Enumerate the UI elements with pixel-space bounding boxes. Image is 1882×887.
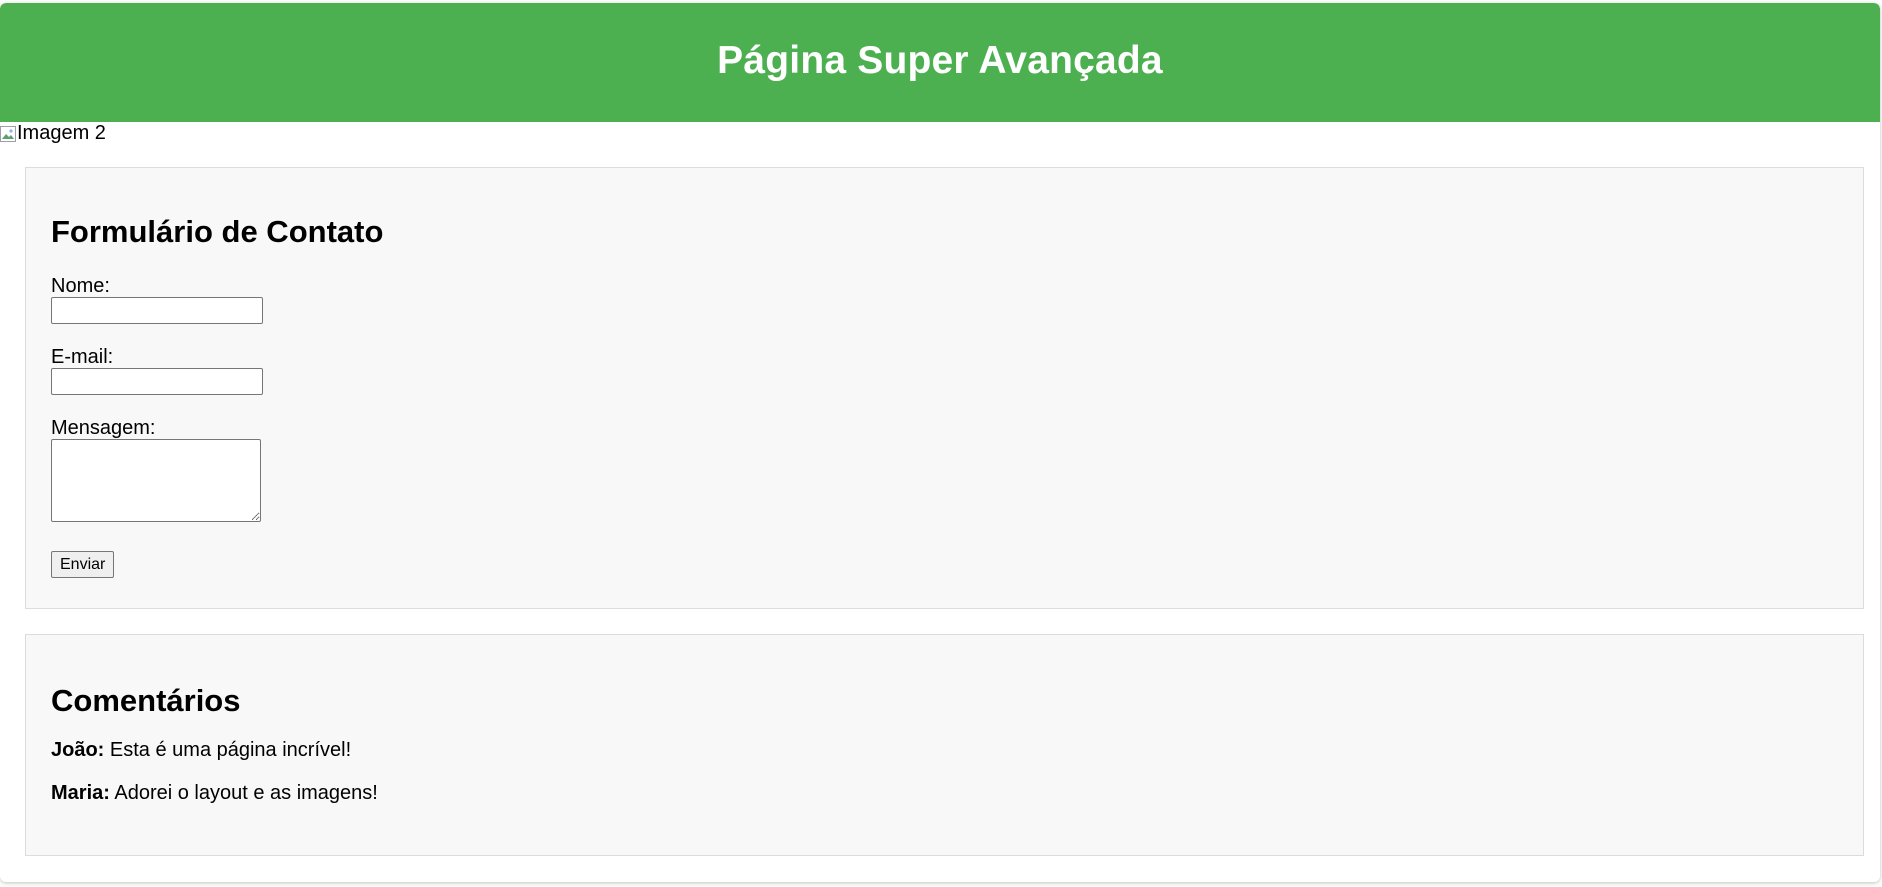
- email-input[interactable]: [51, 368, 263, 395]
- comments-heading: Comentários: [51, 683, 241, 718]
- comment-text: Adorei o layout e as imagens!: [109, 782, 378, 804]
- page-title: Página Super Avançada: [717, 38, 1163, 82]
- broken-image: Imagem 2: [0, 122, 1880, 144]
- contact-form-heading: Formulário de Contato: [51, 214, 384, 249]
- broken-image-alt-text: Imagem 2: [17, 122, 106, 144]
- comment-author: Maria:: [51, 782, 110, 804]
- name-input[interactable]: [51, 297, 263, 324]
- comments-section: Comentários João: Esta é uma página incr…: [25, 634, 1864, 856]
- contact-form-section: Formulário de Contato Nome: E-mail: Mens…: [25, 167, 1864, 609]
- comment-text: Esta é uma página incrível!: [104, 739, 352, 761]
- comment-author: João:: [51, 739, 105, 761]
- comment-item: João: Esta é uma página incrível!: [51, 738, 1863, 762]
- message-label: Mensagem:: [51, 417, 156, 439]
- broken-image-icon: [0, 125, 16, 142]
- page-header: Página Super Avançada: [0, 3, 1880, 122]
- email-label: E-mail:: [51, 346, 114, 368]
- message-textarea[interactable]: [51, 439, 261, 522]
- name-label: Nome:: [51, 275, 110, 297]
- page: Página Super Avançada Imagem 2 Formulári…: [0, 3, 1880, 882]
- submit-button[interactable]: Enviar: [51, 551, 115, 578]
- comment-item: Maria: Adorei o layout e as imagens!: [51, 781, 1863, 805]
